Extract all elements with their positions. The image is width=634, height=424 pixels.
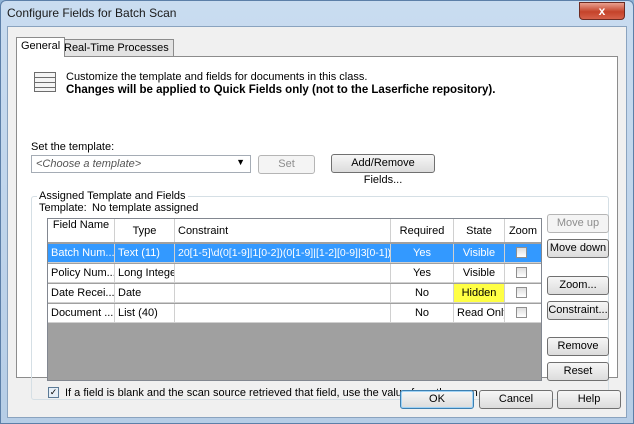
close-icon[interactable]: x <box>579 2 625 20</box>
tab-general[interactable]: General <box>16 37 66 57</box>
required-cell: No <box>391 304 454 322</box>
state-cell: Hidden <box>454 284 505 302</box>
type-cell: Text (11) <box>115 244 175 262</box>
scan-source-checkbox[interactable]: ✓ <box>48 387 59 398</box>
header-zoom[interactable]: Zoom <box>505 219 541 242</box>
state-cell: Read Only <box>454 304 505 322</box>
constraint-cell <box>175 284 391 302</box>
table-row[interactable]: Policy Num... Long Integer Yes Visible <box>48 264 541 283</box>
table-row[interactable]: Document ... List (40) No Read Only <box>48 304 541 323</box>
type-cell: Long Integer <box>115 264 175 282</box>
field-name-cell: Policy Num... <box>48 264 115 282</box>
template-dropdown[interactable]: <Choose a template> ▼ <box>31 155 251 173</box>
configure-fields-dialog: Configure Fields for Batch Scan x Genera… <box>0 0 634 424</box>
move-down-button[interactable]: Move down <box>547 239 609 258</box>
info-warning-text: Changes will be applied to Quick Fields … <box>66 84 496 96</box>
zoom-checkbox[interactable] <box>516 267 527 278</box>
info-text: Customize the template and fields for do… <box>66 71 368 83</box>
window-title: Configure Fields for Batch Scan <box>7 6 177 20</box>
zoom-cell <box>505 244 541 262</box>
constraint-cell <box>175 264 391 282</box>
required-cell: No <box>391 284 454 302</box>
table-row[interactable]: Batch Num... Text (11) 20[1-5]\d(0[1-9]|… <box>48 244 541 263</box>
constraint-cell: 20[1-5]\d(0[1-9]|1[0-2])(0[1-9]|[1-2][0-… <box>175 244 391 262</box>
tab-real-time-processes[interactable]: Real-Time Processes <box>59 39 174 56</box>
template-dropdown-value: <Choose a template> <box>36 158 142 170</box>
template-value: No template assigned <box>92 202 199 214</box>
move-up-button[interactable]: Move up <box>547 214 609 233</box>
reset-button[interactable]: Reset <box>547 362 609 381</box>
required-cell: Yes <box>391 244 454 262</box>
header-field-name[interactable]: Field Name <box>48 219 115 242</box>
set-template-label: Set the template: <box>31 141 115 153</box>
constraint-button[interactable]: Constraint... <box>547 301 609 320</box>
zoom-checkbox[interactable] <box>516 287 527 298</box>
type-cell: Date <box>115 284 175 302</box>
field-name-cell: Document ... <box>48 304 115 322</box>
zoom-checkbox[interactable] <box>516 307 527 318</box>
chevron-down-icon: ▼ <box>236 157 245 167</box>
header-type[interactable]: Type <box>115 219 175 242</box>
header-required[interactable]: Required <box>391 219 454 242</box>
add-remove-fields-button[interactable]: Add/Remove Fields... <box>331 154 435 186</box>
template-label: Template: <box>39 202 87 214</box>
ok-button[interactable]: OK <box>400 390 474 409</box>
type-cell: List (40) <box>115 304 175 322</box>
grid-header: Field Name Type Constraint Required Stat… <box>48 219 541 243</box>
zoom-checkbox[interactable] <box>516 247 527 258</box>
title-bar[interactable]: Configure Fields for Batch Scan x <box>1 1 633 25</box>
constraint-cell <box>175 304 391 322</box>
assigned-group-title: Assigned Template and Fields <box>37 190 188 202</box>
field-name-cell: Date Recei... <box>48 284 115 302</box>
state-cell: Visible <box>454 244 505 262</box>
help-button[interactable]: Help <box>557 390 621 409</box>
zoom-cell <box>505 304 541 322</box>
fields-grid[interactable]: Field Name Type Constraint Required Stat… <box>47 218 542 381</box>
dialog-client-area: General Real-Time Processes Customize th… <box>7 26 627 418</box>
set-button[interactable]: Set <box>258 155 315 174</box>
zoom-cell <box>505 264 541 282</box>
document-info-icon <box>34 72 56 92</box>
zoom-button[interactable]: Zoom... <box>547 276 609 295</box>
state-cell: Visible <box>454 264 505 282</box>
general-tab-panel: Customize the template and fields for do… <box>16 56 618 400</box>
required-cell: Yes <box>391 264 454 282</box>
remove-button[interactable]: Remove <box>547 337 609 356</box>
cancel-button[interactable]: Cancel <box>479 390 553 409</box>
header-constraint[interactable]: Constraint <box>175 219 391 242</box>
zoom-cell <box>505 284 541 302</box>
table-row[interactable]: Date Recei... Date No Hidden <box>48 284 541 303</box>
field-name-cell: Batch Num... <box>48 244 115 262</box>
header-state[interactable]: State <box>454 219 505 242</box>
